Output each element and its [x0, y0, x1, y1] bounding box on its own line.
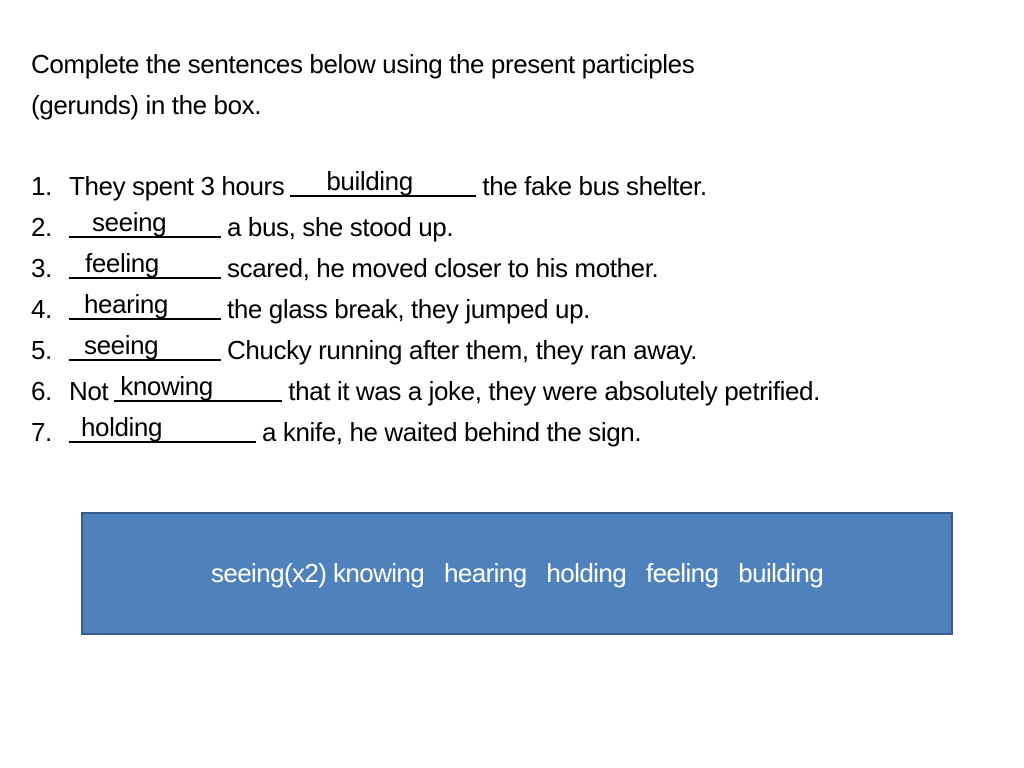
item-number: 1. [31, 171, 52, 201]
exercise-item: 7. holding a knife, he waited behind the s… [31, 412, 820, 453]
answer-blank[interactable]: holding [69, 412, 256, 453]
sentence-after: a knife, he waited behind the sign. [262, 417, 642, 447]
answer-blank[interactable]: seeing [69, 207, 221, 248]
answer-blank[interactable]: feeling [69, 248, 221, 289]
slide: Complete the sentences below using the p… [0, 0, 1024, 768]
answer-text: hearing [84, 289, 168, 319]
item-number: 5. [31, 335, 52, 365]
sentence-after: Chucky running after them, they ran away… [227, 335, 698, 365]
item-number: 2. [31, 212, 52, 242]
exercise-list: 1. They spent 3 hours building the fake bus… [31, 166, 820, 453]
sentence-before: They spent 3 hours [69, 171, 285, 201]
word-bank-text: seeing(x2) knowing hearing holding feeli… [210, 558, 824, 588]
exercise-item: 6. Not knowing that it was a joke, they wer… [31, 371, 820, 412]
word-bank-box: seeing(x2) knowing hearing holding feeli… [81, 512, 953, 635]
instructions: Complete the sentences below using the p… [31, 44, 931, 126]
answer-text: seeing [92, 207, 167, 237]
answer-blank[interactable]: hearing [69, 289, 221, 330]
answer-text: seeing [84, 330, 159, 360]
item-number: 6. [31, 376, 52, 406]
sentence-after: a bus, she stood up. [227, 212, 454, 242]
sentence-after: scared, he moved closer to his mother. [227, 253, 659, 283]
answer-text: building [326, 166, 413, 196]
answer-blank[interactable]: building [290, 166, 477, 207]
sentence-after: that it was a joke, they were absolutely… [288, 376, 820, 406]
sentence-after: the glass break, they jumped up. [227, 294, 590, 324]
sentence-before: Not [69, 376, 109, 406]
answer-text: feeling [85, 248, 159, 278]
exercise-item: 2. seeing a bus, she stood up. [31, 207, 820, 248]
exercise-item: 5. seeing Chucky running after them, they … [31, 330, 820, 371]
answer-blank[interactable]: seeing [69, 330, 221, 371]
answer-text: knowing [120, 371, 213, 401]
item-number: 4. [31, 294, 52, 324]
answer-text: holding [81, 412, 163, 442]
exercise-item: 1. They spent 3 hours building the fake bus… [31, 166, 820, 207]
item-number: 3. [31, 253, 52, 283]
exercise-item: 3. feeling scared, he moved closer to his … [31, 248, 820, 289]
answer-blank[interactable]: knowing [114, 371, 283, 412]
exercise-item: 4. hearing the glass break, they jumped up… [31, 289, 820, 330]
instructions-line-2: (gerunds) in the box. [31, 90, 262, 120]
instructions-line-1: Complete the sentences below using the p… [31, 49, 695, 79]
sentence-after: the fake bus shelter. [482, 171, 707, 201]
item-number: 7. [31, 417, 52, 447]
